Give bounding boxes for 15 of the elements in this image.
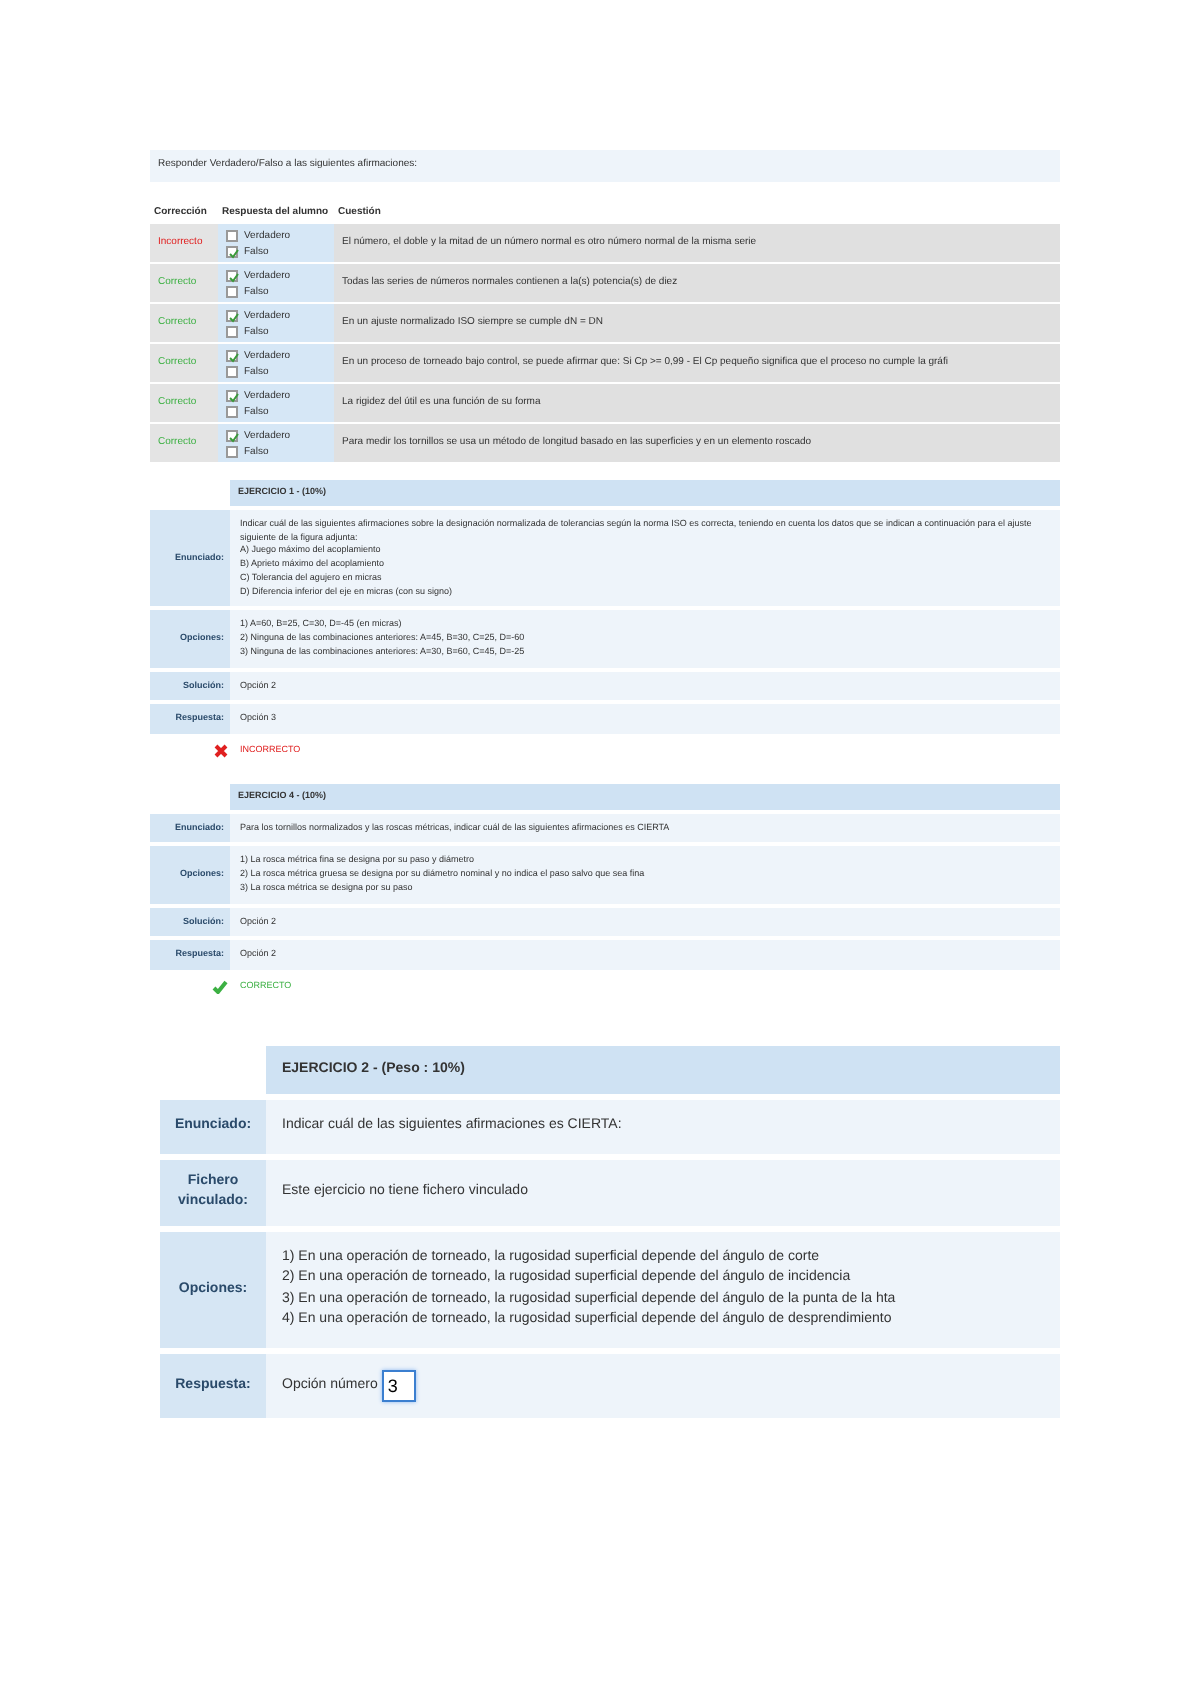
checkbox[interactable] [226,365,238,377]
checkbox[interactable] [226,405,238,417]
checkbox[interactable] [226,349,238,361]
checkbox[interactable] [226,309,238,321]
cross-icon [214,743,228,758]
checkbox[interactable] [226,445,238,457]
checkbox[interactable] [226,229,238,241]
checkbox[interactable] [226,325,238,337]
checkbox[interactable] [226,429,238,441]
answer-field[interactable]: 3 [381,1369,416,1402]
checkbox[interactable] [226,269,238,281]
checkbox[interactable] [226,285,238,297]
check-icon [212,979,228,994]
checkbox[interactable] [226,389,238,401]
checkbox[interactable] [226,245,238,257]
